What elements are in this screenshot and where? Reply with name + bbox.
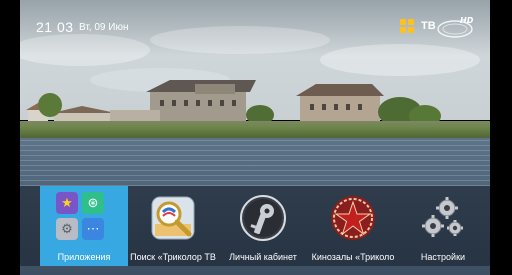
menu-item-search[interactable]: Поиск «Триколор ТВ xyxy=(128,186,218,266)
key-icon xyxy=(240,195,286,241)
clock-time: 21 03 xyxy=(36,19,74,35)
clock-date: Вт, 09 Июн xyxy=(79,22,129,33)
logo-grid-icon xyxy=(400,19,414,33)
logo-text: TB xyxy=(421,20,436,32)
water-ripples xyxy=(20,140,490,190)
gears-icon xyxy=(422,197,463,237)
menu-item-settings[interactable]: Настройки xyxy=(398,186,488,266)
menu-item-label: Настройки xyxy=(420,252,466,262)
menu-item-label: Приложения xyxy=(57,252,111,262)
search-magnifier-icon xyxy=(151,196,195,240)
menu-item-cinemas[interactable]: Кинозалы «Триколо xyxy=(308,186,398,266)
provider-logo: TB HD xyxy=(400,13,474,41)
menu-item-label: Личный кабинет xyxy=(229,252,297,262)
menu-item-label: Поиск «Триколор ТВ xyxy=(130,252,216,262)
hd-emblem-icon: HD xyxy=(437,16,474,38)
svg-text:HD: HD xyxy=(460,16,474,25)
apps-grid-icon: ★ ⊛ ⚙ ⋯ xyxy=(56,192,106,242)
menu-item-personal-account[interactable]: Личный кабинет xyxy=(218,186,308,266)
menu-item-label: Кинозалы «Триколо xyxy=(311,252,395,262)
film-star-icon xyxy=(331,196,375,240)
